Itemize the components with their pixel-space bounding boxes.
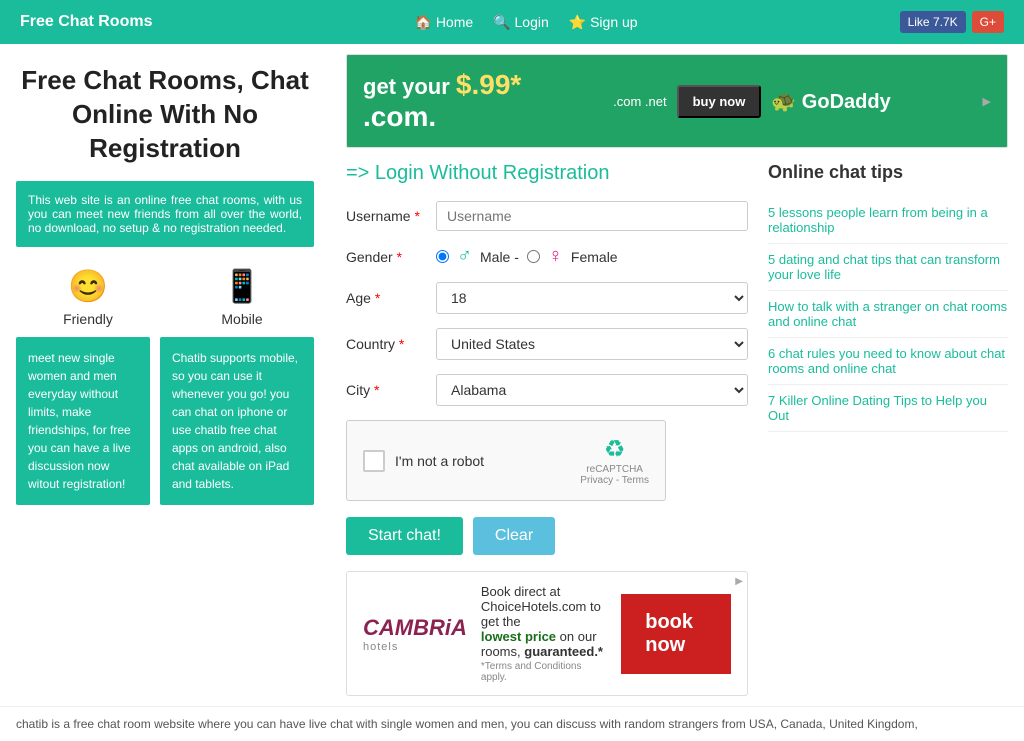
mobile-label: Mobile bbox=[170, 311, 314, 327]
country-label: Country * bbox=[346, 336, 436, 352]
ad-bottom-close[interactable]: ▶ bbox=[731, 572, 747, 591]
feature-boxes: meet new single women and men everyday w… bbox=[16, 337, 314, 505]
captcha-checkbox[interactable] bbox=[363, 450, 385, 472]
friendly-icon: 😊 bbox=[16, 267, 160, 305]
ad-price: $.99* bbox=[456, 69, 521, 100]
ad-get-text: get your bbox=[363, 74, 450, 99]
feature-friendly-box: meet new single women and men everyday w… bbox=[16, 337, 150, 505]
main-content: get your $.99* .com. .com .net buy now 🐢… bbox=[330, 44, 1024, 706]
form-buttons: Start chat! Clear bbox=[346, 517, 748, 555]
tips-list: 5 lessons people learn from being in a r… bbox=[768, 197, 1008, 432]
city-label: City * bbox=[346, 382, 436, 398]
ad-bottom-text: Book direct at ChoiceHotels.com to get t… bbox=[481, 584, 605, 683]
ad-com: .com. bbox=[363, 101, 436, 132]
main-wrapper: Free Chat Rooms, Chat Online With No Reg… bbox=[0, 44, 1024, 706]
sidebar-features: 😊 Friendly 📱 Mobile bbox=[16, 267, 314, 327]
tip-item-2[interactable]: 5 dating and chat tips that can transfor… bbox=[768, 244, 1008, 291]
female-symbol: ♀ bbox=[548, 245, 563, 268]
feature-mobile-box: Chatib supports mobile, so you can use i… bbox=[160, 337, 314, 505]
city-select[interactable]: AlabamaAlaskaArizona bbox=[436, 374, 748, 406]
recaptcha-brand: reCAPTCHA bbox=[580, 464, 649, 475]
recaptcha-links: Privacy - Terms bbox=[580, 475, 649, 486]
ad-lowest-price: lowest price bbox=[481, 629, 556, 644]
tips-title: Online chat tips bbox=[768, 162, 1008, 183]
clear-button[interactable]: Clear bbox=[473, 517, 555, 555]
nav-home[interactable]: 🏠 Home bbox=[414, 14, 473, 31]
tips-section: Online chat tips 5 lessons people learn … bbox=[768, 162, 1008, 696]
bottom-ad-banner: CAMBRiA hotels Book direct at ChoiceHote… bbox=[346, 571, 748, 696]
google-plus-button[interactable]: G+ bbox=[972, 11, 1004, 33]
tip-item-5[interactable]: 7 Killer Online Dating Tips to Help you … bbox=[768, 385, 1008, 432]
buy-now-button[interactable]: buy now bbox=[677, 85, 762, 118]
cambria-brand-block: CAMBRiA hotels bbox=[363, 615, 467, 653]
friendly-label: Friendly bbox=[16, 311, 160, 327]
ad-guaranteed: guaranteed.* bbox=[524, 644, 603, 659]
form-title: => Login Without Registration bbox=[346, 162, 748, 185]
recaptcha-left: I'm not a robot bbox=[363, 450, 484, 472]
social-buttons: Like 7.7K G+ bbox=[900, 11, 1004, 33]
feature-friendly: 😊 Friendly bbox=[16, 267, 160, 327]
footer: chatib is a free chat room website where… bbox=[0, 706, 1024, 741]
start-chat-button[interactable]: Start chat! bbox=[346, 517, 463, 555]
page-title: Free Chat Rooms, Chat Online With No Reg… bbox=[16, 64, 314, 165]
sidebar: Free Chat Rooms, Chat Online With No Reg… bbox=[0, 44, 330, 706]
sidebar-description: This web site is an online free chat roo… bbox=[16, 181, 314, 247]
age-select[interactable]: 1819202122 bbox=[436, 282, 748, 314]
nav-login[interactable]: 🔍 Login bbox=[493, 14, 549, 31]
login-form-section: => Login Without Registration Username *… bbox=[346, 162, 748, 696]
captcha-label: I'm not a robot bbox=[395, 453, 484, 469]
recaptcha-logo: ♻ reCAPTCHA Privacy - Terms bbox=[580, 435, 649, 486]
ad-terms: *Terms and Conditions apply. bbox=[481, 661, 605, 683]
top-ad-banner: get your $.99* .com. .com .net buy now 🐢… bbox=[346, 54, 1008, 148]
mobile-icon: 📱 bbox=[170, 267, 314, 305]
female-label: Female bbox=[571, 249, 618, 265]
username-label: Username * bbox=[346, 208, 436, 224]
username-row: Username * bbox=[346, 201, 748, 231]
godaddy-brand: 🐢 GoDaddy bbox=[771, 89, 890, 114]
male-symbol: ♂ bbox=[457, 245, 472, 268]
tip-item-4[interactable]: 6 chat rules you need to know about chat… bbox=[768, 338, 1008, 385]
age-label: Age * bbox=[346, 290, 436, 306]
main-nav: 🏠 Home 🔍 Login ⭐ Sign up bbox=[414, 14, 637, 31]
cambria-sub: hotels bbox=[363, 641, 467, 653]
ad-domains: .com .net bbox=[613, 94, 666, 109]
ad-left-text: get your $.99* .com. bbox=[363, 69, 521, 133]
two-column-layout: => Login Without Registration Username *… bbox=[346, 162, 1008, 696]
recaptcha-widget: I'm not a robot ♻ reCAPTCHA Privacy - Te… bbox=[346, 420, 666, 501]
tip-item-3[interactable]: How to talk with a stranger on chat room… bbox=[768, 291, 1008, 338]
male-label: Male - bbox=[480, 249, 519, 265]
recaptcha-icon: ♻ bbox=[580, 435, 649, 464]
ad-right-section: .com .net buy now 🐢 GoDaddy bbox=[613, 85, 891, 118]
gender-female-radio[interactable] bbox=[527, 250, 540, 263]
tip-item-1[interactable]: 5 lessons people learn from being in a r… bbox=[768, 197, 1008, 244]
cambria-logo: CAMBRiA bbox=[363, 615, 467, 641]
ad-bottom-left: CAMBRiA hotels Book direct at ChoiceHote… bbox=[347, 572, 621, 695]
username-input[interactable] bbox=[436, 201, 748, 231]
city-row: City * AlabamaAlaskaArizona bbox=[346, 374, 748, 406]
country-row: Country * United StatesCanadaUnited King… bbox=[346, 328, 748, 360]
nav-signup[interactable]: ⭐ Sign up bbox=[569, 14, 638, 31]
gender-options: ♂ Male - ♀ Female bbox=[436, 245, 618, 268]
gender-male-radio[interactable] bbox=[436, 250, 449, 263]
age-row: Age * 1819202122 bbox=[346, 282, 748, 314]
facebook-like-button[interactable]: Like 7.7K bbox=[900, 11, 966, 33]
gender-label: Gender * bbox=[346, 249, 436, 265]
gender-row: Gender * ♂ Male - ♀ Female bbox=[346, 245, 748, 268]
country-select[interactable]: United StatesCanadaUnited Kingdom bbox=[436, 328, 748, 360]
ad-book-now-button[interactable]: book now bbox=[621, 594, 731, 674]
footer-text: chatib is a free chat room website where… bbox=[16, 717, 918, 731]
site-logo: Free Chat Rooms bbox=[20, 13, 152, 31]
feature-mobile: 📱 Mobile bbox=[170, 267, 314, 327]
header: Free Chat Rooms 🏠 Home 🔍 Login ⭐ Sign up… bbox=[0, 0, 1024, 44]
ad-close-icon[interactable]: ▶ bbox=[983, 95, 991, 108]
